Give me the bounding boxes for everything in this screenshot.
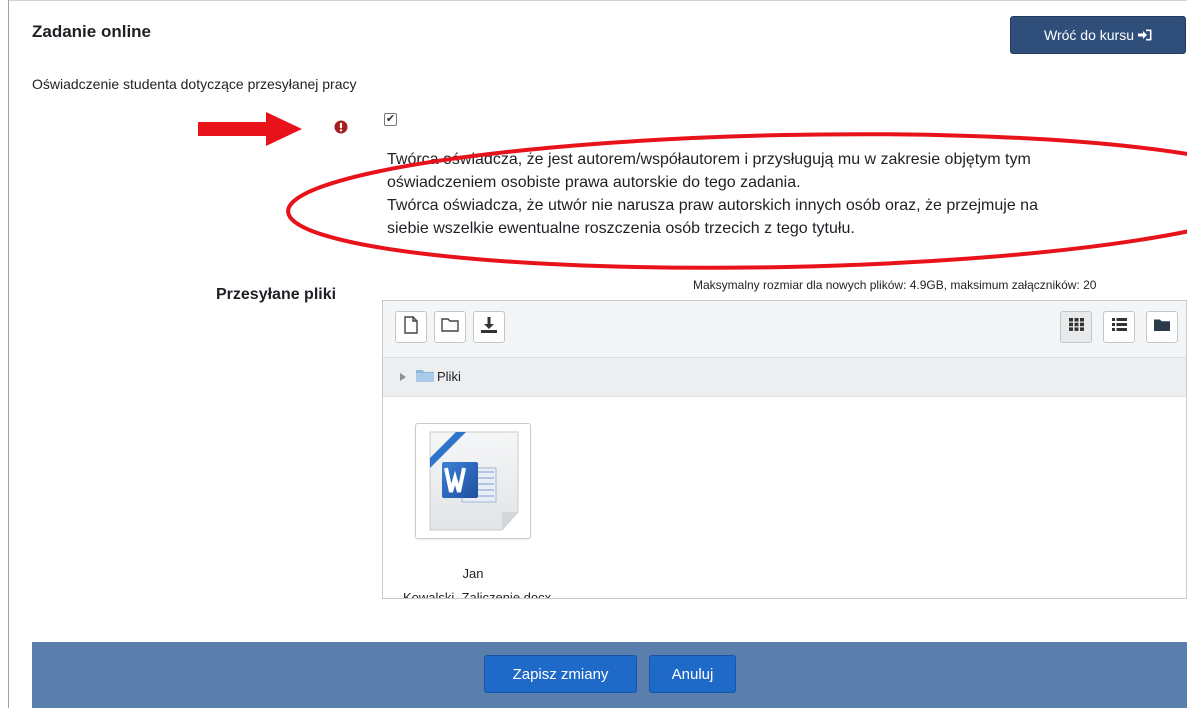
statement-checkbox[interactable]: ✔ [384,113,397,126]
page-top-border [8,0,1187,1]
chevron-right-icon[interactable] [400,373,406,381]
grid-view-button[interactable] [1060,311,1092,343]
folder-icon [1154,318,1170,336]
files-label: Przesyłane pliki [216,286,337,303]
file-item[interactable] [415,423,531,539]
list-view-button[interactable] [1103,311,1135,343]
red-ellipse-annotation [286,132,1187,270]
back-to-course-label: Wróć do kursu [1044,27,1134,43]
cancel-button[interactable]: Anuluj [649,655,736,693]
tree-view-button[interactable] [1146,311,1178,343]
list-view-icon [1111,318,1127,336]
sign-in-icon [1138,29,1152,41]
folder-icon [416,368,434,388]
create-folder-button[interactable] [434,311,466,343]
check-icon: ✔ [385,113,396,125]
file-path-bar: Pliki [383,358,1186,397]
add-file-icon [403,315,419,339]
max-size-info: Maksymalny rozmiar dla nowych plików: 4.… [693,278,1097,292]
create-folder-icon [441,317,459,337]
back-to-course-button[interactable]: Wróć do kursu [1010,16,1186,54]
download-icon [480,316,498,339]
file-name[interactable]: Jan [413,566,533,581]
page-title: Zadanie online [32,22,152,41]
path-folder-label[interactable]: Pliki [437,369,461,384]
page-left-border [8,0,9,708]
grid-view-icon [1068,318,1084,336]
word-document-icon [416,431,532,544]
file-name-continued[interactable]: Kowalski_Zaliczenie.docx [403,590,551,598]
file-manager: Pliki Jan Kowalski_Zaliczenie.docx [382,300,1187,599]
download-all-button[interactable] [473,311,505,343]
file-manager-toolbar [383,301,1186,358]
add-file-button[interactable] [395,311,427,343]
save-changes-button[interactable]: Zapisz zmiany [484,655,637,693]
statement-heading: Oświadczenie studenta dotyczące przesyła… [32,76,357,92]
